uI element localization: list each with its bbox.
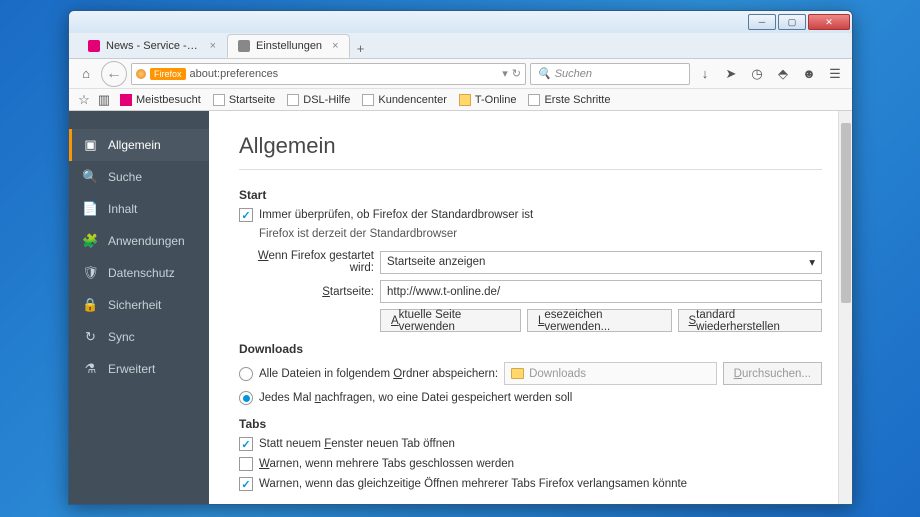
prefs-main: Allgemein Start Immer überprüfen, ob Fir… xyxy=(209,111,852,504)
start-heading: Start xyxy=(239,188,822,202)
bookmark-tonline[interactable]: T-Online xyxy=(454,92,522,108)
sync-icon: ↻ xyxy=(83,330,98,345)
minimize-button[interactable]: ─ xyxy=(748,14,776,30)
downloads-icon[interactable]: ↓ xyxy=(694,63,716,85)
save-to-folder-label: Alle Dateien in folgendem Ordner abspeic… xyxy=(259,368,498,380)
page-icon xyxy=(213,94,225,106)
close-button[interactable]: ✕ xyxy=(808,14,850,30)
tab-inactive[interactable]: News - Service - Shopping ... × xyxy=(77,34,227,58)
newtab-label: Statt neuem Fenster neuen Tab öffnen xyxy=(259,438,455,450)
warn-open-label: Warnen, wenn das gleichzeitige Öffnen me… xyxy=(259,478,687,490)
clock-icon[interactable]: ◷ xyxy=(746,63,768,85)
tab-bar: News - Service - Shopping ... × Einstell… xyxy=(69,33,852,59)
arrow-left-icon: ← xyxy=(106,65,122,83)
url-input[interactable] xyxy=(190,68,499,80)
page-icon xyxy=(528,94,540,106)
url-bar[interactable]: Firefox ▾ ↻ xyxy=(131,63,526,85)
bookmark-startseite[interactable]: Startseite xyxy=(208,92,280,108)
downloads-heading: Downloads xyxy=(239,342,822,356)
newtab-checkbox[interactable] xyxy=(239,437,253,451)
url-scheme-badge: Firefox xyxy=(150,68,186,80)
scrollbar-thumb[interactable] xyxy=(841,123,851,303)
restore-default-button[interactable]: Standard wiederherstellen xyxy=(678,309,823,332)
search-placeholder: Suchen xyxy=(555,68,592,80)
sidebar-item-content[interactable]: 📄Inhalt xyxy=(69,193,209,225)
homepage-input[interactable] xyxy=(380,280,822,303)
search-icon: 🔍 xyxy=(83,170,98,185)
sidebar-item-security[interactable]: 🔒Sicherheit xyxy=(69,289,209,321)
default-browser-checkbox[interactable] xyxy=(239,208,253,222)
apps-icon: 🧩 xyxy=(83,234,98,249)
face-icon[interactable]: ☻ xyxy=(798,63,820,85)
bookmark-toolbar: ☆ ▥ Meistbesucht Startseite DSL-Hilfe Ku… xyxy=(69,89,852,111)
warn-close-checkbox[interactable] xyxy=(239,457,253,471)
sidebar-item-apps[interactable]: 🧩Anwendungen xyxy=(69,225,209,257)
telekom-icon xyxy=(120,94,132,106)
page-title: Allgemein xyxy=(239,133,822,170)
general-icon: ▣ xyxy=(83,138,98,153)
default-browser-label: Immer überprüfen, ob Firefox der Standar… xyxy=(259,209,533,221)
share-icon[interactable]: ➤ xyxy=(720,63,742,85)
content-icon: 📄 xyxy=(83,202,98,217)
sidebar-toggle-icon[interactable]: ▥ xyxy=(95,89,113,111)
bookmark-meistbesucht[interactable]: Meistbesucht xyxy=(115,92,206,108)
chevron-down-icon: ▾ xyxy=(809,255,815,269)
tabs-heading: Tabs xyxy=(239,417,822,431)
tab-label: Einstellungen xyxy=(256,40,322,52)
browse-button[interactable]: Durchsuchen... xyxy=(723,362,822,385)
default-browser-status: Firefox ist derzeit der Standardbrowser xyxy=(259,228,822,240)
menu-icon[interactable]: ☰ xyxy=(824,63,846,85)
prefs-sidebar: ▣Allgemein 🔍Suche 📄Inhalt 🧩Anwendungen 🛡… xyxy=(69,111,209,504)
sidebar-item-sync[interactable]: ↻Sync xyxy=(69,321,209,353)
reload-icon[interactable]: ↻ xyxy=(512,67,521,80)
warn-open-checkbox[interactable] xyxy=(239,477,253,491)
folder-icon xyxy=(511,368,524,379)
favicon-icon xyxy=(238,40,250,52)
search-icon: 🔍 xyxy=(537,67,551,80)
content-area: ▣Allgemein 🔍Suche 📄Inhalt 🧩Anwendungen 🛡… xyxy=(69,111,852,504)
window-titlebar: ─ ▢ ✕ xyxy=(69,11,852,33)
bookmark-kundencenter[interactable]: Kundencenter xyxy=(357,92,452,108)
homepage-label: Startseite: xyxy=(239,286,374,298)
privacy-icon: 🛡 xyxy=(83,266,98,281)
page-icon xyxy=(362,94,374,106)
sidebar-item-privacy[interactable]: 🛡Datenschutz xyxy=(69,257,209,289)
dropdown-icon[interactable]: ▾ xyxy=(502,67,508,80)
firefox-icon xyxy=(136,69,146,79)
search-bar[interactable]: 🔍 Suchen xyxy=(530,63,690,85)
save-to-folder-radio[interactable] xyxy=(239,367,253,381)
always-ask-label: Jedes Mal nachfragen, wo eine Datei gesp… xyxy=(259,392,572,404)
browser-window: ─ ▢ ✕ News - Service - Shopping ... × Ei… xyxy=(68,10,853,505)
nav-toolbar: ⌂ ← Firefox ▾ ↻ 🔍 Suchen ↓ ➤ ◷ ⬘ ☻ ☰ xyxy=(69,59,852,89)
sidebar-item-advanced[interactable]: ⚗Erweitert xyxy=(69,353,209,385)
tab-close-icon[interactable]: × xyxy=(332,40,338,52)
startup-action-label: Wenn Firefox gestartet wird: xyxy=(239,250,374,274)
tab-active[interactable]: Einstellungen × xyxy=(227,34,350,58)
use-bookmark-button[interactable]: Lesezeichen verwenden... xyxy=(527,309,672,332)
lock-icon: 🔒 xyxy=(83,298,98,313)
download-folder-field: Downloads xyxy=(504,362,717,385)
always-ask-radio[interactable] xyxy=(239,391,253,405)
scrollbar[interactable] xyxy=(838,111,852,504)
tab-label: News - Service - Shopping ... xyxy=(106,40,200,52)
home-icon[interactable]: ⌂ xyxy=(75,63,97,85)
use-current-button[interactable]: Aktuelle Seite verwenden xyxy=(380,309,521,332)
startup-action-select[interactable]: Startseite anzeigen ▾ xyxy=(380,251,822,274)
new-tab-button[interactable]: + xyxy=(350,38,372,58)
folder-icon xyxy=(459,94,471,106)
favicon-icon xyxy=(88,40,100,52)
advanced-icon: ⚗ xyxy=(83,362,98,377)
maximize-button[interactable]: ▢ xyxy=(778,14,806,30)
back-button[interactable]: ← xyxy=(101,61,127,87)
star-icon[interactable]: ☆ xyxy=(75,89,93,111)
bookmark-dsl-hilfe[interactable]: DSL-Hilfe xyxy=(282,92,355,108)
page-icon xyxy=(287,94,299,106)
tab-close-icon[interactable]: × xyxy=(210,40,216,52)
sidebar-item-search[interactable]: 🔍Suche xyxy=(69,161,209,193)
warn-close-label: Warnen, wenn mehrere Tabs geschlossen we… xyxy=(259,458,514,470)
sidebar-item-general[interactable]: ▣Allgemein xyxy=(69,129,209,161)
bookmark-erste-schritte[interactable]: Erste Schritte xyxy=(523,92,615,108)
pocket-icon[interactable]: ⬘ xyxy=(772,63,794,85)
